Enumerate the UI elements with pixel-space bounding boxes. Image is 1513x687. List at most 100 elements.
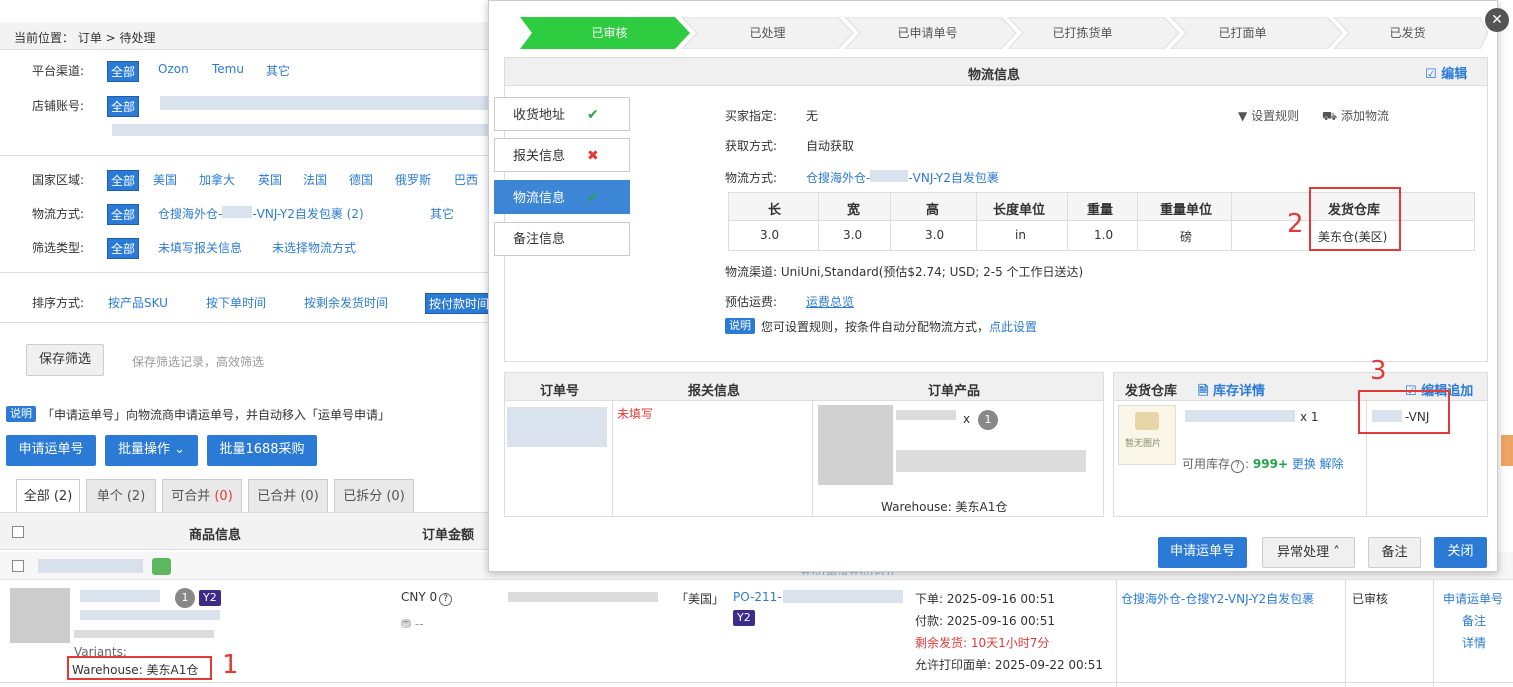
close-icon[interactable]: ✕ <box>1485 8 1509 32</box>
platform-all[interactable]: 全部 <box>107 61 140 82</box>
col-product-header: 商品信息 <box>189 528 242 543</box>
order-checkbox[interactable] <box>12 560 24 572</box>
exception-button[interactable]: 异常处理 ˄ <box>1262 537 1355 568</box>
step-picklist: 已打拣货单 <box>1052 26 1113 40</box>
platform-ozon[interactable]: Ozon <box>158 62 189 76</box>
dim-weight-header: 重量 <box>1087 203 1114 218</box>
dialog-qty-badge: 1 <box>978 410 998 430</box>
order-no-masked <box>507 407 607 447</box>
sort-pay-time[interactable]: 按付款时间 <box>425 293 490 314</box>
batch-1688-button[interactable]: 批量1688采购 <box>207 435 317 466</box>
note-button[interactable]: 备注 <box>1368 537 1421 568</box>
platform-temu[interactable]: Temu <box>212 62 244 76</box>
method-label: 物流方式: <box>725 171 778 185</box>
help-icon[interactable]: ? <box>1231 460 1245 473</box>
set-rule-label: 设置规则 <box>1251 109 1300 123</box>
chevron-up-icon: ˄ <box>1333 545 1340 560</box>
channel-info: 物流渠道: UniUni,Standard(预估$2.74; USD; 2-5 … <box>725 265 1084 279</box>
tab-single[interactable]: 单个 (2) <box>86 479 156 512</box>
filter-icon: ▼ <box>1238 109 1248 123</box>
available-stock: 可用库存?: 999+ 更换 解除 <box>1182 455 1344 473</box>
po-number[interactable]: PO-211- <box>733 590 782 604</box>
country-ca[interactable]: 加拿大 <box>199 171 235 188</box>
apply-waybill-button[interactable]: 申请运单号 <box>6 435 96 466</box>
method-value[interactable]: 仓搜海外仓- -VNJ-Y2自发包裹 <box>806 169 999 186</box>
order-time: 下单: 2025-09-16 00:51 <box>915 592 1055 606</box>
col-order-product: 订单产品 <box>928 384 981 399</box>
side-notes-label: 备注信息 <box>513 232 566 247</box>
sort-label: 排序方式: <box>32 296 85 310</box>
dialog-apply-waybill-button[interactable]: 申请运单号 <box>1158 537 1247 568</box>
sort-sku[interactable]: 按产品SKU <box>108 294 168 311</box>
breadcrumb: 当前位置： 订单 > 待处理 <box>14 31 156 45</box>
order-status: 已审核 <box>1352 592 1389 606</box>
product-image-masked <box>10 588 70 643</box>
logistics-all[interactable]: 全部 <box>107 204 140 225</box>
country-fr[interactable]: 法国 <box>303 171 327 188</box>
tip-setup-link[interactable]: 点此设置 <box>989 320 1037 334</box>
save-filter-hint: 保存筛选记录，高效筛选 <box>132 355 265 369</box>
save-filter-button[interactable]: 保存筛选 <box>26 344 104 376</box>
op-detail[interactable]: 详情 <box>1462 634 1486 651</box>
close-dialog-button[interactable]: 关闭 <box>1434 537 1487 568</box>
order-amount: CNY 0? <box>401 590 453 606</box>
select-all-checkbox[interactable] <box>12 526 24 538</box>
amount-sub: ⛃ -- <box>401 617 424 631</box>
stock-detail-link[interactable]: 🗎 库存详情 <box>1198 380 1265 404</box>
chevron-down-icon: ⌄ <box>174 442 186 457</box>
country-ru[interactable]: 俄罗斯 <box>395 171 431 188</box>
country-de[interactable]: 德国 <box>349 171 373 188</box>
country-us[interactable]: 美国 <box>153 171 177 188</box>
dim-length-header: 长 <box>768 203 782 218</box>
country-br[interactable]: 巴西 <box>454 171 478 188</box>
tab-all[interactable]: 全部 (2) <box>16 479 80 512</box>
variants-label: Variants: <box>74 645 127 656</box>
country-all[interactable]: 全部 <box>107 170 140 191</box>
side-tab-address[interactable]: 收货地址 ✔ <box>494 97 630 131</box>
side-tab-logistics[interactable]: 物流信息 ✔ <box>494 180 630 214</box>
filter-type-logistics[interactable]: 未选择物流方式 <box>272 239 356 256</box>
fetch-label: 获取方式: <box>725 139 778 153</box>
edit-logistics-button[interactable]: ☑ 编辑 <box>1425 63 1467 82</box>
edit-label: 编辑 <box>1441 67 1468 82</box>
filter-type-customs[interactable]: 未填写报关信息 <box>158 239 242 256</box>
op-apply-waybill[interactable]: 申请运单号 <box>1443 590 1503 607</box>
fee-overview-link[interactable]: 运费总览 <box>806 293 854 310</box>
tab-mergeable[interactable]: 可合并 (0) <box>162 479 242 512</box>
logistics-other[interactable]: 其它 <box>430 205 454 222</box>
edit-icon: ☑ <box>1425 67 1437 82</box>
side-tab-customs[interactable]: 报关信息 ✖ <box>494 138 630 172</box>
add-logistics-button[interactable]: ⛟ 添加物流 <box>1322 107 1389 125</box>
op-note[interactable]: 备注 <box>1462 612 1486 629</box>
tip-text-body: 您可设置规则，按条件自动分配物流方式， <box>761 320 990 334</box>
col-order-no: 订单号 <box>540 384 580 399</box>
dim-length-unit-value: in <box>1015 228 1026 242</box>
tab-mergeable-count: (0) <box>214 489 233 504</box>
buyer-value: 无 <box>806 109 819 123</box>
batch-operation-button[interactable]: 批量操作 ⌄ <box>105 435 198 466</box>
replace-link[interactable]: 更换 <box>1292 457 1316 471</box>
set-rule-button[interactable]: ▼ 设置规则 <box>1238 107 1299 124</box>
country-uk[interactable]: 英国 <box>258 171 282 188</box>
dim-width-value: 3.0 <box>843 228 863 242</box>
filter-type-label: 筛选类型: <box>32 241 85 255</box>
filter-type-all[interactable]: 全部 <box>107 238 140 259</box>
y2-badge: Y2 <box>199 590 221 606</box>
sort-remaining[interactable]: 按剩余发货时间 <box>304 294 388 311</box>
image-placeholder-icon <box>1135 412 1159 430</box>
step-label: 已打面单 <box>1218 26 1267 40</box>
order-logistics[interactable]: 仓搜海外仓-仓搜Y2-VNJ-Y2自发包裹 <box>1121 590 1314 607</box>
col-ship-warehouse: 发货仓库 <box>1125 384 1178 399</box>
platform-other[interactable]: 其它 <box>266 62 290 79</box>
coin-icon: ⛃ <box>401 617 412 631</box>
tip-text: 您可设置规则，按条件自动分配物流方式，点此设置 <box>761 318 1037 335</box>
side-tab-notes[interactable]: 备注信息 <box>494 222 630 256</box>
help-icon[interactable]: ? <box>439 593 453 606</box>
unbind-link[interactable]: 解除 <box>1320 457 1344 471</box>
tab-merged[interactable]: 已合并 (0) <box>248 479 328 512</box>
logistics-option[interactable]: 仓搜海外仓- -VNJ-Y2自发包裹 (2) <box>158 205 364 222</box>
tab-split[interactable]: 已拆分 (0) <box>334 479 414 512</box>
document-icon: 🗎 <box>1198 384 1209 399</box>
store-all[interactable]: 全部 <box>107 96 140 117</box>
sort-order-time[interactable]: 按下单时间 <box>206 294 266 311</box>
